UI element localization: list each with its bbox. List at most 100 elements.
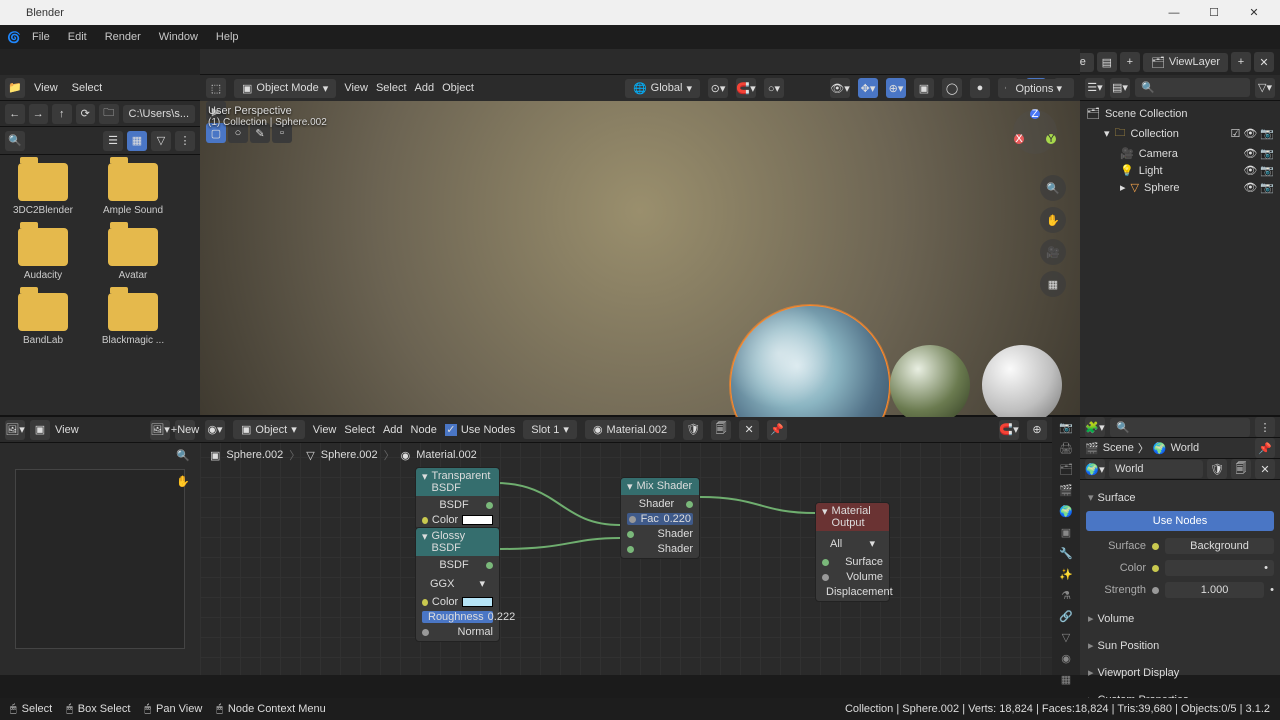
menu-file[interactable]: File — [24, 28, 58, 46]
window-minimize-button[interactable]: — — [1154, 0, 1194, 25]
fac-slider[interactable]: Fac0.220 — [627, 513, 693, 525]
wire-shading-icon[interactable]: ◯ — [942, 78, 962, 98]
output-socket-icon[interactable] — [486, 562, 493, 569]
ne-menu-select[interactable]: Select — [344, 424, 375, 436]
display-thumb-icon[interactable]: ▦ — [127, 131, 147, 151]
scene-browse-icon[interactable]: ▤ — [1097, 52, 1117, 72]
input-socket-icon[interactable] — [822, 559, 829, 566]
eye-icon[interactable]: 👁 — [1243, 127, 1257, 140]
overlay-toggle-icon[interactable]: ⊕▾ — [886, 78, 906, 98]
editor-type-icon[interactable]: 🧩▾ — [1085, 417, 1105, 437]
use-nodes-button[interactable]: Use Nodes — [1086, 511, 1274, 531]
ne-menu-add[interactable]: Add — [383, 424, 403, 436]
settings-icon[interactable]: ⋮ — [175, 131, 195, 151]
nav-back-icon[interactable]: ← — [5, 104, 25, 124]
window-close-button[interactable]: ✕ — [1234, 0, 1274, 25]
menu-edit[interactable]: Edit — [60, 28, 95, 46]
vp-menu-view[interactable]: View — [344, 82, 368, 94]
nav-gizmo[interactable]: ZYX — [1010, 107, 1060, 157]
window-maximize-button[interactable]: ☐ — [1194, 0, 1234, 25]
image-view-menu[interactable]: View — [55, 424, 79, 436]
zoom-icon[interactable]: 🔍 — [176, 449, 190, 462]
viewlayer-remove-icon[interactable]: ✕ — [1254, 52, 1274, 72]
persp-toggle-icon[interactable]: ▦ — [1040, 271, 1066, 297]
volume-panel[interactable]: Volume — [1086, 605, 1274, 632]
shader-node-editor[interactable]: ◉▾ ▣Object▾ View Select Add Node ✓Use No… — [200, 417, 1080, 675]
unlink-world-icon[interactable]: ✕ — [1255, 459, 1275, 479]
outliner-search-input[interactable]: 🔍 — [1135, 78, 1250, 97]
vp-menu-add[interactable]: Add — [415, 82, 435, 94]
pan-hand-icon[interactable]: ✋ — [176, 475, 190, 488]
filter-icon[interactable]: ▽ — [151, 131, 171, 151]
editor-type-icon[interactable]: ◉▾ — [205, 420, 225, 440]
tab-output-icon[interactable]: 🖨 — [1056, 442, 1076, 455]
3d-viewport[interactable]: ⬚ ▣Object Mode▾ View Select Add Object 🌐… — [200, 75, 1080, 415]
render-vis-icon[interactable]: 📷 — [1260, 164, 1274, 177]
color-field[interactable]: • — [1165, 560, 1274, 576]
vp-menu-object[interactable]: Object — [442, 82, 474, 94]
node-transparent-bsdf[interactable]: ▾Transparent BSDF BSDF Color — [415, 467, 500, 530]
exclude-checkbox-icon[interactable]: ☑ — [1230, 127, 1240, 140]
filebrowser-view[interactable]: View — [29, 80, 63, 96]
tab-constraints-icon[interactable]: 🔗 — [1056, 610, 1076, 623]
tab-meshdata-icon[interactable]: ▽ — [1056, 631, 1076, 644]
material-new-icon[interactable]: 🗐 — [711, 420, 731, 440]
pin-icon[interactable]: 📌 — [1255, 438, 1275, 458]
input-socket-icon[interactable] — [627, 546, 634, 553]
input-socket-icon[interactable] — [422, 599, 428, 606]
use-nodes-checkbox[interactable]: ✓Use Nodes — [445, 424, 515, 436]
properties-search-input[interactable]: 🔍 — [1110, 418, 1250, 437]
image-browse-icon[interactable]: 🖼▾ — [150, 420, 170, 440]
vp-menu-select[interactable]: Select — [376, 82, 407, 94]
surface-panel[interactable]: Surface Use Nodes SurfaceBackground Colo… — [1086, 484, 1274, 605]
folder-item[interactable]: Audacity — [8, 228, 78, 281]
nav-refresh-icon[interactable]: ⟳ — [76, 104, 96, 124]
shader-type[interactable]: ▣Object▾ — [233, 420, 305, 439]
search-icon[interactable]: 🔍 — [5, 131, 25, 151]
new-world-icon[interactable]: 🗐 — [1231, 459, 1251, 479]
keyframe-dot-icon[interactable]: • — [1270, 584, 1274, 596]
menu-window[interactable]: Window — [151, 28, 206, 46]
tab-particles-icon[interactable]: ✨ — [1056, 568, 1076, 581]
world-selector[interactable]: World — [1109, 460, 1203, 478]
eye-icon[interactable]: 👁 — [1243, 181, 1257, 194]
fake-user-icon[interactable]: 🛡 — [683, 420, 703, 440]
eye-icon[interactable]: 👁 — [1243, 164, 1257, 177]
tab-render-icon[interactable]: 📷 — [1056, 421, 1076, 434]
roughness-slider[interactable]: Roughness0.222 — [422, 611, 493, 623]
gizmo-visibility-icon[interactable]: 👁▾ — [830, 78, 850, 98]
tab-physics-icon[interactable]: ⚗ — [1056, 589, 1076, 602]
output-socket-icon[interactable] — [686, 501, 693, 508]
folder-item[interactable]: 3DC2Blender — [8, 163, 78, 216]
viewport-options[interactable]: Options ▾ — [1006, 79, 1073, 98]
outliner-item-camera[interactable]: 🎥Camera👁📷 — [1084, 145, 1276, 162]
options-icon[interactable]: ⋮ — [1255, 417, 1275, 437]
editor-type-icon[interactable]: 📁 — [5, 78, 25, 98]
color-swatch[interactable] — [462, 597, 493, 607]
camera-view-icon[interactable]: 🎥 — [1040, 239, 1066, 265]
editor-type-icon[interactable]: ☰▾ — [1085, 78, 1105, 98]
filebrowser-select[interactable]: Select — [67, 80, 108, 96]
tab-material-icon[interactable]: ◉ — [1056, 652, 1076, 665]
xray-icon[interactable]: ▣ — [914, 78, 934, 98]
material-selector[interactable]: ◉Material.002 — [585, 420, 675, 439]
material-unlink-icon[interactable]: ✕ — [739, 420, 759, 440]
surface-type-dropdown[interactable]: Background — [1165, 538, 1274, 554]
world-browse-icon[interactable]: 🌍▾ — [1085, 459, 1105, 479]
proportional-icon[interactable]: ○▾ — [764, 78, 784, 98]
tab-modifiers-icon[interactable]: 🔧 — [1056, 547, 1076, 560]
color-swatch[interactable] — [462, 515, 493, 525]
tab-viewlayer-icon[interactable]: 🗂 — [1056, 463, 1076, 476]
node-mix-shader[interactable]: ▾Mix Shader Shader Fac0.220 Shader Shade… — [620, 477, 700, 559]
folder-item[interactable]: BandLab — [8, 293, 78, 346]
path-field[interactable]: C:\Users\s... — [123, 105, 196, 123]
render-vis-icon[interactable]: 📷 — [1260, 181, 1274, 194]
outliner-filter-icon[interactable]: ▽▾ — [1255, 78, 1275, 98]
ne-menu-view[interactable]: View — [313, 424, 337, 436]
editor-type-icon[interactable]: 🖼▾ — [5, 420, 25, 440]
menu-render[interactable]: Render — [97, 28, 149, 46]
gizmo-toggle-icon[interactable]: ✥▾ — [858, 78, 878, 98]
output-socket-icon[interactable] — [486, 502, 493, 509]
input-socket-icon[interactable] — [422, 629, 429, 636]
input-socket-icon[interactable] — [627, 531, 634, 538]
